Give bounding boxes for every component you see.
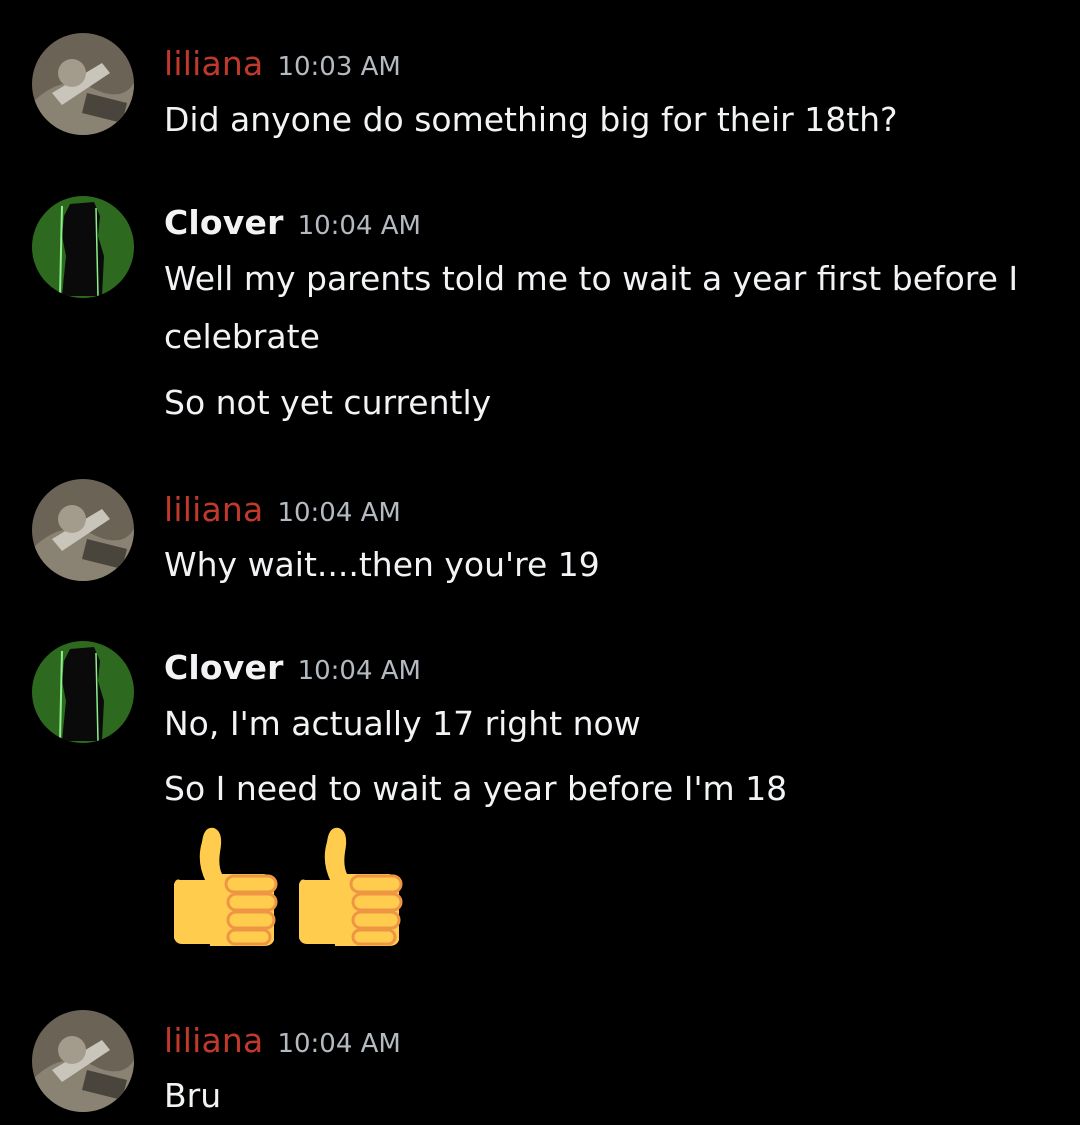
timestamp: 10:04 AM <box>277 498 401 528</box>
message-text: So not yet currently <box>164 383 492 422</box>
avatar-clover[interactable] <box>32 641 134 743</box>
timestamp: 10:04 AM <box>277 1029 401 1059</box>
message-text: So I need to wait a year before I'm 18 <box>164 769 788 808</box>
timestamp: 10:03 AM <box>277 52 401 82</box>
timestamp: 10:04 AM <box>297 211 421 241</box>
message-header: liliana 10:03 AM <box>164 44 401 84</box>
chat-log: liliana 10:03 AM Did anyone do something … <box>0 0 1080 1125</box>
emoji-row <box>166 822 411 950</box>
avatar-liliana[interactable] <box>32 33 134 135</box>
message-text: Bru <box>164 1076 222 1115</box>
username[interactable]: liliana <box>164 1021 263 1060</box>
message-text: Why wait....then you're 19 <box>164 545 600 584</box>
message-text: Did anyone do something big for their 18… <box>164 100 898 139</box>
message-text: No, I'm actually 17 right now <box>164 704 641 743</box>
avatar-liliana[interactable] <box>32 479 134 581</box>
thumbs-up-icon <box>174 827 278 946</box>
username[interactable]: Clover <box>164 203 284 242</box>
thumbs-up-icon <box>299 827 403 946</box>
message-header: Clover 10:04 AM <box>164 648 421 688</box>
message-header: liliana 10:04 AM <box>164 490 401 530</box>
username[interactable]: liliana <box>164 490 263 529</box>
message-header: liliana 10:04 AM <box>164 1021 401 1061</box>
avatar-liliana[interactable] <box>32 1010 134 1112</box>
message-text: Well my parents told me to wait a year f… <box>164 259 1019 298</box>
username[interactable]: liliana <box>164 44 263 83</box>
message-header: Clover 10:04 AM <box>164 203 421 243</box>
timestamp: 10:04 AM <box>297 656 421 686</box>
message-text: celebrate <box>164 317 320 356</box>
username[interactable]: Clover <box>164 648 284 687</box>
avatar-clover[interactable] <box>32 196 134 298</box>
